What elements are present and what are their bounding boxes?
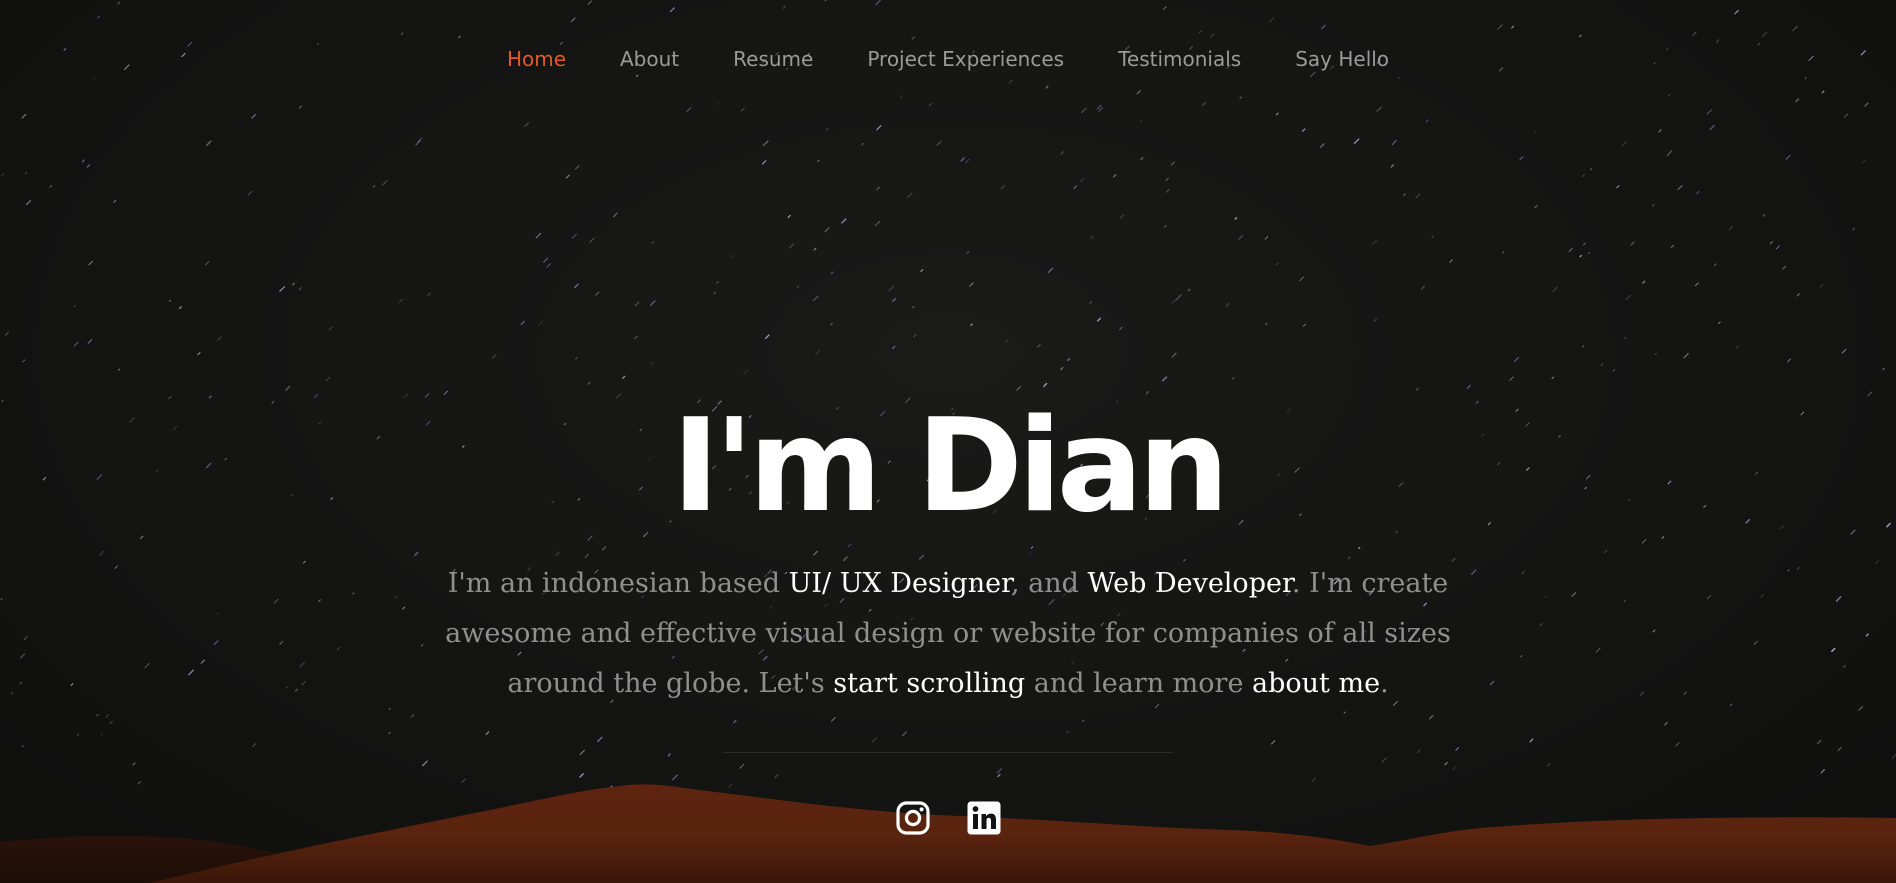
linkedin-link[interactable] (966, 800, 1002, 836)
social-links (0, 800, 1896, 836)
nav-item-about[interactable]: About (593, 44, 706, 74)
nav-item-home[interactable]: Home (480, 44, 593, 74)
hero-title: I'm Dian (671, 392, 1229, 541)
intro-text-4: and learn more (1025, 668, 1253, 699)
nav-item-project-experiences[interactable]: Project Experiences (840, 44, 1091, 74)
nav-item-say-hello[interactable]: Say Hello (1268, 44, 1416, 74)
instagram-link[interactable] (895, 800, 931, 836)
nav-item-resume[interactable]: Resume (706, 44, 840, 74)
start-scrolling-link[interactable]: start scrolling (833, 668, 1025, 699)
intro-text-2: , and (1011, 568, 1088, 599)
about-me-link[interactable]: about me (1252, 668, 1380, 699)
intro-text-5: . (1380, 668, 1389, 699)
intro-role-designer: UI/ UX Designer (788, 568, 1012, 599)
linkedin-icon (967, 801, 1000, 835)
main-nav: Home About Resume Project Experiences Te… (0, 44, 1896, 74)
intro-text-1: I'm an indonesian based (447, 568, 789, 599)
hero-intro: I'm an indonesian based UI/ UX Designer,… (430, 559, 1466, 709)
nav-item-testimonials[interactable]: Testimonials (1091, 44, 1268, 74)
instagram-icon (895, 801, 930, 835)
hero-divider (723, 752, 1173, 753)
intro-role-developer: Web Developer (1087, 568, 1292, 599)
